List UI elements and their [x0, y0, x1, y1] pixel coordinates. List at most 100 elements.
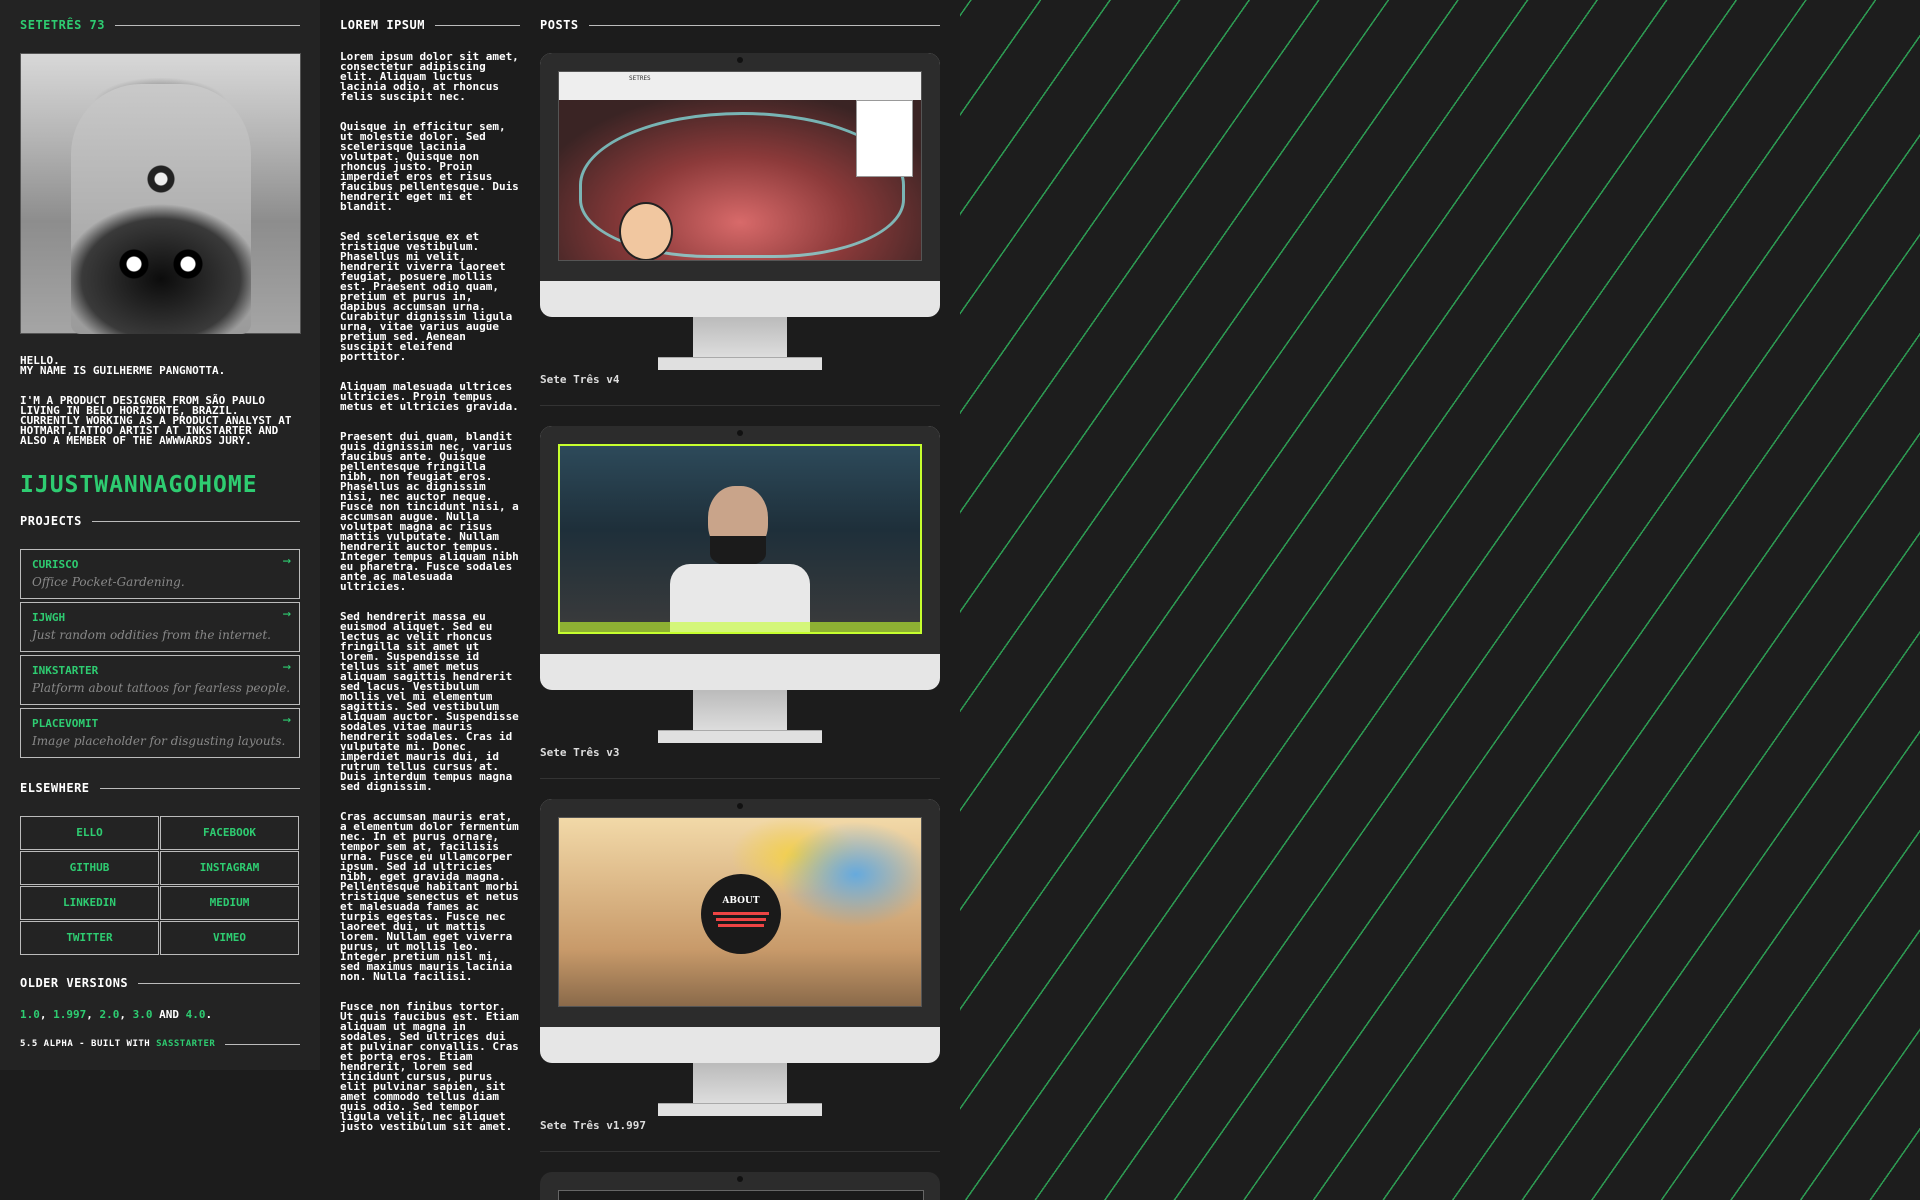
separator: , — [39, 1008, 54, 1021]
camera-dot — [737, 1176, 743, 1182]
post-card-partial[interactable] — [540, 1172, 940, 1200]
social-link-ello[interactable]: ELLO — [20, 816, 159, 850]
imac-stand-neck — [693, 317, 787, 357]
social-link-linkedin[interactable]: LINKEDIN — [20, 886, 159, 920]
lorem-paragraph: Sed scelerisque ex et tristique vestibul… — [340, 230, 513, 363]
post-separator — [540, 778, 940, 779]
posts-heading: POSTS — [540, 18, 579, 32]
imac-body — [540, 426, 940, 690]
screen-title: SETRES — [629, 75, 651, 82]
post-screenshot: SETRES — [558, 71, 922, 261]
social-link-twitter[interactable]: TWITTER — [20, 921, 159, 955]
footer-credit: 5.5 ALPHA - BUILT WITH SASSTARTER — [20, 1039, 215, 1049]
social-link-medium[interactable]: MEDIUM — [160, 886, 299, 920]
divider — [434, 24, 520, 26]
footer-text: 5.5 ALPHA - BUILT WITH — [20, 1039, 157, 1049]
divider — [588, 24, 940, 26]
about-badge: ABOUT — [701, 874, 781, 954]
avatar-photo — [20, 53, 301, 334]
social-link-github[interactable]: GITHUB — [20, 851, 159, 885]
camera-dot — [737, 57, 743, 63]
elsewhere-heading-row: ELSEWHERE — [20, 781, 300, 795]
project-card-inkstarter[interactable]: INKSTARTER Platform about tattoos for fe… — [20, 655, 300, 705]
site-title[interactable]: SETETRÊS 73 — [20, 18, 105, 32]
social-link-facebook[interactable]: FACEBOOK — [160, 816, 299, 850]
project-card-ijwgh[interactable]: IJWGH Just random oddities from the inte… — [20, 602, 300, 652]
post-caption[interactable]: Sete Três v3 — [540, 746, 619, 759]
project-card-curisco[interactable]: CURISCO Office Pocket-Gardening. → — [20, 549, 300, 599]
version-link[interactable]: 3.0 — [133, 1008, 153, 1021]
camera-dot — [737, 430, 743, 436]
post-caption[interactable]: Sete Três v1.997 — [540, 1119, 646, 1132]
project-title: PLACEVOMIT — [32, 717, 99, 730]
projects-heading: PROJECTS — [20, 514, 82, 528]
post-caption[interactable]: Sete Três v4 — [540, 373, 619, 386]
arrow-right-icon: → — [282, 553, 291, 569]
project-desc: Just random oddities from the internet. — [32, 628, 271, 642]
handle-link[interactable]: IJUSTWANNAGOHOME — [20, 472, 258, 498]
separator: AND — [152, 1008, 186, 1021]
lorem-paragraph: Fusce non finibus tortor. Ut quis faucib… — [340, 1000, 519, 1133]
posts-heading-row: POSTS — [540, 18, 940, 32]
lorem-paragraph: Quisque in efficitur sem, ut molestie do… — [340, 120, 519, 213]
separator: , — [86, 1008, 100, 1021]
post-card-v1997[interactable]: ABOUT — [540, 799, 940, 1139]
post-card-v4[interactable]: SETRES — [540, 53, 940, 393]
imac-stand-foot — [658, 730, 822, 743]
older-versions-heading-row: OLDER VERSIONS — [20, 976, 300, 990]
lorem-paragraph: Aliquam malesuada ultrices ultricies. Pr… — [340, 380, 519, 413]
post-separator — [540, 1151, 940, 1152]
tattooed-back-image — [71, 84, 251, 334]
post-screenshot — [558, 1190, 924, 1200]
badge-line — [713, 912, 769, 915]
camera-dot — [737, 803, 743, 809]
bio-text: I'M A PRODUCT DESIGNER FROM SÃO PAULO LI… — [20, 394, 292, 447]
post-separator — [540, 405, 940, 406]
lorem-paragraph: Lorem ipsum dolor sit amet, consectetur … — [340, 50, 519, 103]
imac-body: SETRES — [540, 53, 940, 317]
post-screenshot — [558, 444, 922, 634]
post-card-v3[interactable] — [540, 426, 940, 766]
imac-stand-foot — [658, 1103, 822, 1116]
person-beard — [710, 536, 766, 566]
version-link[interactable]: 1.997 — [53, 1008, 86, 1021]
version-link[interactable]: 2.0 — [100, 1008, 120, 1021]
divider — [138, 982, 300, 984]
lorem-paragraph: Praesent dui quam, blandit quis dignissi… — [340, 430, 519, 593]
lorem-paragraph: Sed hendrerit massa eu euismod aliquet. … — [340, 610, 519, 793]
divider — [91, 520, 300, 522]
site-title-row: SETETRÊS 73 — [20, 18, 300, 32]
avatar-illustration — [619, 202, 673, 260]
project-card-placevomit[interactable]: PLACEVOMIT Image placeholder for disgust… — [20, 708, 300, 758]
lorem-heading-row: LOREM IPSUM — [340, 18, 520, 32]
footer-row: 5.5 ALPHA - BUILT WITH SASSTARTER — [20, 1039, 300, 1049]
project-title: CURISCO — [32, 558, 79, 571]
arrow-right-icon: → — [282, 659, 291, 675]
arrow-right-icon: → — [282, 712, 291, 728]
project-title: INKSTARTER — [32, 664, 99, 677]
social-link-vimeo[interactable]: VIMEO — [160, 921, 299, 955]
older-versions-list: 1.0, 1.997, 2.0, 3.0 AND 4.0. — [20, 1008, 212, 1021]
project-title: IJWGH — [32, 611, 66, 624]
about-badge-title: ABOUT — [722, 896, 760, 906]
name-text: MY NAME IS GUILHERME PANGNOTTA. — [20, 364, 226, 377]
divider — [99, 787, 300, 789]
separator: , — [119, 1008, 133, 1021]
imac-body: ABOUT — [540, 799, 940, 1063]
arrow-right-icon: → — [282, 606, 291, 622]
lorem-heading: LOREM IPSUM — [340, 18, 425, 32]
divider — [114, 24, 300, 26]
version-link[interactable]: 4.0 — [186, 1008, 206, 1021]
sasstarter-link[interactable]: SASSTARTER — [156, 1039, 215, 1049]
popup-panel — [856, 100, 913, 177]
social-link-instagram[interactable]: INSTAGRAM — [160, 851, 299, 885]
post-screenshot: ABOUT — [558, 817, 922, 1007]
project-desc: Image placeholder for disgusting layouts… — [32, 734, 286, 748]
diagonal-stripe-background — [960, 0, 1920, 1200]
project-desc: Office Pocket-Gardening. — [32, 575, 185, 589]
badge-line — [716, 918, 766, 921]
sidebar: SETETRÊS 73 HELLO. MY NAME IS GUILHERME … — [0, 0, 320, 1070]
imac-stand-neck — [693, 1063, 787, 1103]
version-link[interactable]: 1.0 — [20, 1008, 40, 1021]
lorem-paragraph: Cras accumsan mauris erat, a elementum d… — [340, 810, 519, 983]
